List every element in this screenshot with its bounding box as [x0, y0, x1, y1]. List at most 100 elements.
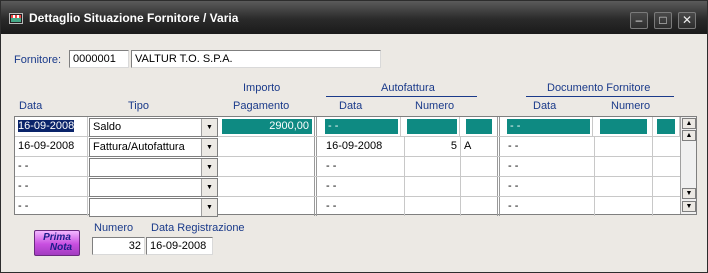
- fornitore-name-field[interactable]: VALTUR T.O. S.P.A.: [131, 50, 381, 68]
- header-autofattura-data: Data: [339, 100, 363, 112]
- table-row[interactable]: - - ▼ - - - -: [15, 177, 680, 197]
- documento-extra-cell[interactable]: [653, 117, 680, 136]
- documento-data-cell[interactable]: - -: [505, 137, 595, 156]
- close-button[interactable]: ✕: [678, 12, 696, 29]
- prima-nota-line2: Nota: [49, 242, 73, 253]
- scroll-bottom-button[interactable]: ▼: [682, 201, 696, 212]
- importo-cell[interactable]: [220, 197, 317, 216]
- row-data-cell[interactable]: - -: [15, 177, 88, 196]
- autofattura-numero-cell[interactable]: [405, 177, 461, 196]
- tipo-select[interactable]: Fattura/Autofattura ▼: [89, 138, 218, 157]
- app-window-icon: [9, 13, 23, 24]
- chevron-down-icon[interactable]: ▼: [201, 119, 217, 136]
- fornitore-label: Fornitore:: [14, 54, 62, 66]
- data-registrazione-label: Data Registrazione: [151, 222, 245, 234]
- numero-field[interactable]: 32: [92, 237, 145, 255]
- autofattura-numero-cell[interactable]: 5: [405, 137, 461, 156]
- fornitore-code-field[interactable]: 0000001: [69, 50, 129, 68]
- row-data-cell[interactable]: 16-09-2008: [15, 137, 88, 156]
- header-documento-numero: Numero: [611, 100, 651, 112]
- numero-label: Numero: [94, 222, 134, 234]
- prima-nota-button[interactable]: Prima Nota: [34, 230, 80, 256]
- movements-grid[interactable]: 16-09-2008 Saldo ▼ 2900,00 - - - - 16-09…: [14, 116, 697, 217]
- autofattura-numero-cell[interactable]: [405, 157, 461, 176]
- header-documento-data: Data: [533, 100, 557, 112]
- header-documento-fornitore: Documento Fornitore: [547, 82, 651, 94]
- importo-cell[interactable]: [220, 157, 317, 176]
- autofattura-suffix-cell[interactable]: [461, 157, 500, 176]
- minimize-icon: –: [635, 13, 643, 27]
- header-autofattura-numero: Numero: [415, 100, 455, 112]
- table-row[interactable]: 16-09-2008 Saldo ▼ 2900,00 - - - -: [15, 117, 680, 137]
- autofattura-numero-cell[interactable]: [405, 197, 461, 216]
- tipo-value: Fattura/Autofattura: [93, 141, 185, 153]
- chevron-down-icon[interactable]: ▼: [201, 139, 217, 156]
- autofattura-suffix-cell[interactable]: [461, 117, 500, 136]
- documento-extra-fill: [657, 119, 675, 134]
- scroll-down-icon: ▼: [685, 190, 693, 197]
- autofattura-numero-fill: [407, 119, 457, 134]
- grid-scrollbar[interactable]: ▲ ▲ ▼ ▼: [680, 117, 696, 214]
- table-row[interactable]: 16-09-2008 Fattura/Autofattura ▼ 16-09-2…: [15, 137, 680, 157]
- tipo-select[interactable]: Saldo ▼: [89, 118, 218, 137]
- tipo-select[interactable]: ▼: [89, 158, 218, 177]
- autofattura-suffix-cell[interactable]: A: [461, 137, 500, 156]
- scroll-up-button[interactable]: ▲: [682, 130, 696, 141]
- scroll-down-button[interactable]: ▼: [682, 188, 696, 199]
- documento-data-cell[interactable]: - -: [505, 197, 595, 216]
- minimize-button[interactable]: –: [630, 12, 648, 29]
- close-icon: ✕: [681, 13, 693, 27]
- maximize-icon: □: [659, 13, 667, 27]
- data-registrazione-field[interactable]: 16-09-2008: [146, 237, 213, 255]
- scroll-up-icon: ▲: [685, 120, 693, 127]
- tipo-select[interactable]: ▼: [89, 178, 218, 197]
- importo-value: 2900,00: [222, 119, 312, 134]
- header-data: Data: [19, 100, 43, 112]
- documento-numero-cell[interactable]: [595, 137, 653, 156]
- tipo-select[interactable]: ▼: [89, 198, 218, 217]
- header-tipo: Tipo: [128, 100, 149, 112]
- scroll-down-icon: ▼: [685, 203, 693, 210]
- autofattura-data-cell[interactable]: 16-09-2008: [323, 137, 405, 156]
- autofattura-data-value: - -: [325, 119, 398, 134]
- importo-cell[interactable]: [220, 177, 317, 196]
- autofattura-suffix-cell[interactable]: [461, 197, 500, 216]
- scroll-up-icon: ▲: [685, 132, 693, 139]
- header-autofattura: Autofattura: [381, 82, 435, 94]
- row-data-cell[interactable]: 16-09-2008: [15, 117, 88, 136]
- chevron-down-icon[interactable]: ▼: [201, 159, 217, 176]
- documento-numero-cell[interactable]: [595, 177, 653, 196]
- chevron-down-icon[interactable]: ▼: [201, 199, 217, 216]
- header-pagamento: Pagamento: [233, 100, 290, 112]
- documento-data-cell[interactable]: - -: [505, 157, 595, 176]
- autofattura-data-cell[interactable]: - -: [323, 197, 405, 216]
- importo-cell[interactable]: [220, 137, 317, 156]
- window: Dettaglio Situazione Fornitore / Varia –…: [0, 0, 708, 273]
- row-data-value: 16-09-2008: [18, 120, 75, 132]
- row-data-cell[interactable]: - -: [15, 157, 88, 176]
- table-row[interactable]: - - ▼ - - - -: [15, 197, 680, 217]
- documento-numero-cell[interactable]: [595, 117, 653, 136]
- documento-numero-fill: [600, 119, 647, 134]
- importo-cell[interactable]: 2900,00: [220, 117, 317, 136]
- header-importo: Importo: [243, 82, 281, 94]
- autofattura-data-cell[interactable]: - -: [323, 157, 405, 176]
- autofattura-numero-cell[interactable]: [405, 117, 460, 136]
- scroll-top-button[interactable]: ▲: [682, 118, 696, 129]
- row-data-cell[interactable]: - -: [15, 197, 88, 216]
- documento-header-underline: [526, 96, 674, 97]
- documento-numero-cell[interactable]: [595, 197, 653, 216]
- autofattura-header-underline: [326, 96, 477, 97]
- autofattura-data-cell[interactable]: - -: [323, 117, 401, 136]
- documento-numero-cell[interactable]: [595, 157, 653, 176]
- maximize-button[interactable]: □: [654, 12, 672, 29]
- title-bar[interactable]: Dettaglio Situazione Fornitore / Varia –…: [1, 1, 707, 34]
- autofattura-data-cell[interactable]: - -: [323, 177, 405, 196]
- table-row[interactable]: - - ▼ - - - -: [15, 157, 680, 177]
- chevron-down-icon[interactable]: ▼: [201, 179, 217, 196]
- autofattura-suffix-fill: [466, 119, 492, 134]
- autofattura-suffix-cell[interactable]: [461, 177, 500, 196]
- tipo-value: Saldo: [93, 121, 122, 133]
- documento-data-cell[interactable]: - -: [505, 117, 593, 136]
- documento-data-cell[interactable]: - -: [505, 177, 595, 196]
